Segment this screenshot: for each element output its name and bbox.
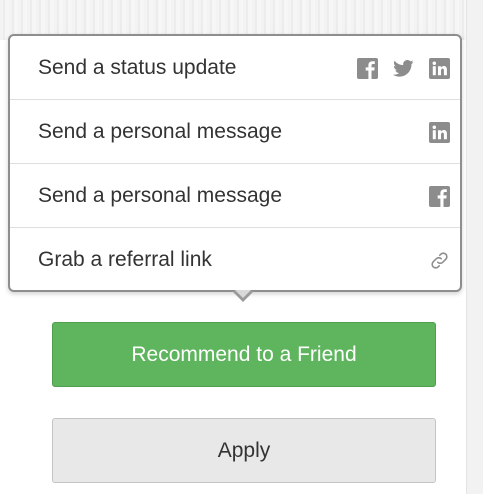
right-edge-panel (466, 0, 483, 494)
share-item-label: Grab a referral link (38, 248, 212, 271)
facebook-icon[interactable] (429, 185, 450, 207)
link-icon[interactable] (429, 250, 450, 271)
twitter-icon[interactable] (393, 58, 414, 79)
share-item-icons (414, 228, 450, 292)
share-item-icons (414, 100, 450, 164)
apply-button[interactable]: Apply (52, 418, 436, 483)
share-item-facebook-message[interactable]: Send a personal message (10, 164, 460, 228)
share-item-label: Send a personal message (38, 184, 282, 207)
linkedin-icon[interactable] (429, 121, 450, 143)
share-item-icons (342, 36, 450, 100)
facebook-icon[interactable] (357, 57, 378, 79)
share-item-status-update[interactable]: Send a status update (10, 36, 460, 100)
share-item-referral-link[interactable]: Grab a referral link (10, 228, 460, 292)
recommend-to-friend-button[interactable]: Recommend to a Friend (52, 322, 436, 387)
popover-caret-inner (235, 290, 251, 298)
share-item-linkedin-message[interactable]: Send a personal message (10, 100, 460, 164)
share-item-label: Send a personal message (38, 120, 282, 143)
share-popover: Send a status update Send a personal mes… (8, 34, 462, 292)
linkedin-icon[interactable] (429, 57, 450, 79)
share-item-icons (414, 164, 450, 228)
share-item-label: Send a status update (38, 56, 237, 79)
